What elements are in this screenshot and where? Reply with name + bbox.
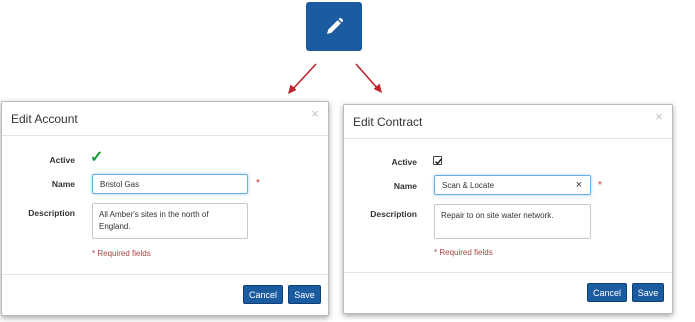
dialog-header: Edit Account × [2, 102, 328, 136]
close-icon[interactable]: × [308, 107, 322, 121]
clear-icon[interactable]: × [576, 180, 582, 191]
name-input[interactable]: Bristol Gas [92, 174, 248, 194]
active-check-icon: ✓ [90, 149, 104, 166]
dialog-title: Edit Contract [353, 115, 423, 129]
description-value: All Amber's sites in the north of Englan… [99, 210, 209, 231]
edit-account-dialog: Edit Account × Active ✓ Name Bristol Gas… [1, 101, 329, 316]
active-label: Active [391, 157, 417, 167]
name-label: Name [393, 181, 417, 191]
required-fields-note: * Required fields [434, 248, 493, 257]
description-label: Description [28, 208, 75, 218]
edit-button[interactable] [306, 2, 362, 51]
active-label: Active [49, 155, 75, 165]
cancel-button[interactable]: Cancel [243, 285, 283, 304]
active-checkbox[interactable] [433, 156, 443, 165]
required-star: * [598, 180, 602, 191]
cancel-button[interactable]: Cancel [587, 283, 627, 302]
save-button[interactable]: Save [288, 285, 321, 304]
pencil-icon [327, 17, 344, 34]
required-fields-note: * Required fields [92, 249, 151, 258]
description-value: Repair to on site water network. [441, 211, 554, 220]
name-value: Bristol Gas [100, 180, 140, 189]
name-value: Scan & Locate [442, 181, 495, 190]
required-star: * [256, 178, 260, 189]
name-label: Name [51, 179, 75, 189]
description-input[interactable]: Repair to on site water network. [434, 204, 591, 239]
edit-contract-dialog: Edit Contract × Active Name Scan & Locat… [343, 104, 673, 314]
description-input[interactable]: All Amber's sites in the north of Englan… [92, 203, 248, 239]
dialog-title: Edit Account [11, 112, 78, 126]
close-icon[interactable]: × [652, 110, 666, 124]
dialog-header: Edit Contract × [344, 105, 672, 139]
dialog-footer: Cancel Save [2, 274, 328, 315]
checkbox-check-icon [434, 158, 443, 165]
name-input[interactable]: Scan & Locate × [434, 175, 591, 195]
save-button[interactable]: Save [632, 283, 664, 302]
dialog-footer: Cancel Save [344, 272, 672, 313]
description-label: Description [370, 209, 417, 219]
